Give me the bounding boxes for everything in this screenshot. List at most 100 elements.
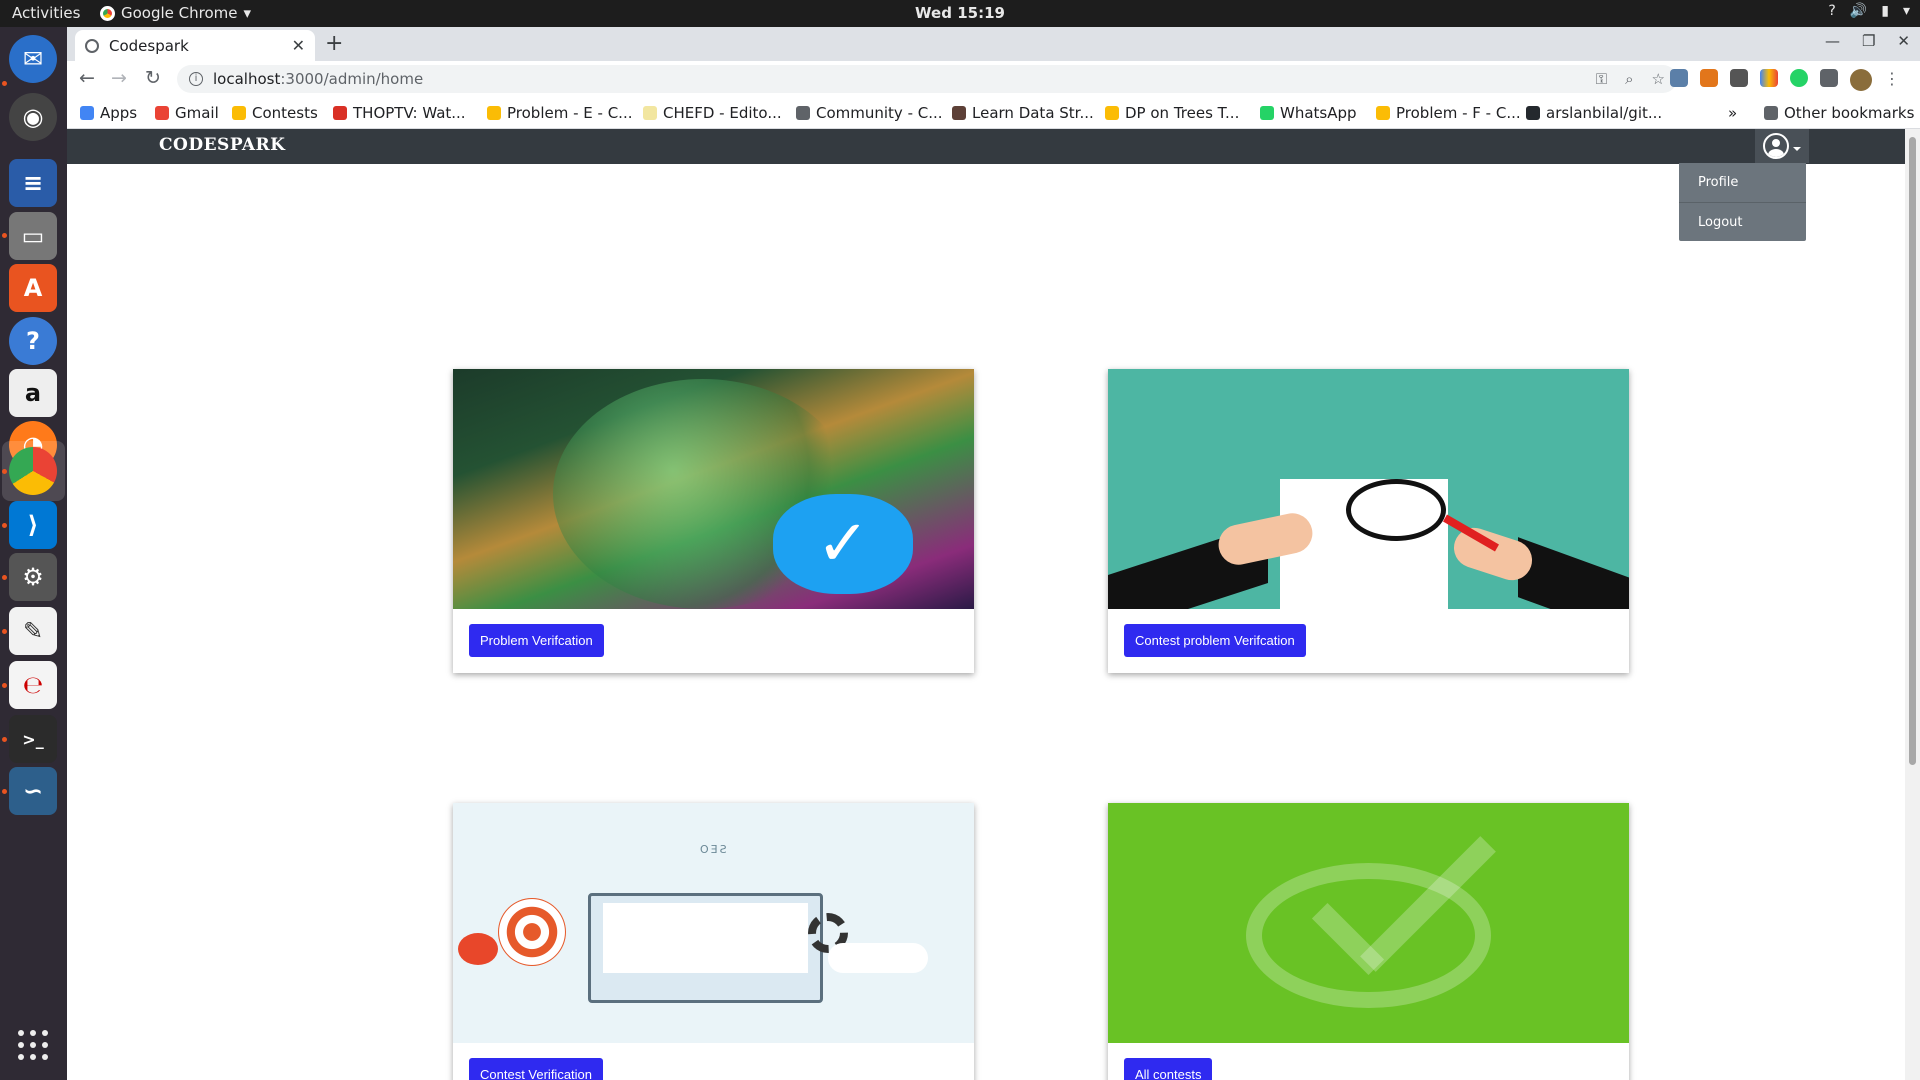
browser-window: Codespark ✕ + — ❐ ✕ ← → ↻ i localhost:30…	[67, 27, 1920, 1080]
seo-label: SEO	[698, 843, 727, 856]
metamask-icon[interactable]	[1700, 69, 1718, 87]
puzzle-icon[interactable]	[1820, 69, 1838, 87]
minimize-button[interactable]: —	[1825, 32, 1840, 50]
settings-icon[interactable]: ⚙	[9, 553, 57, 601]
tab-title: Codespark	[109, 36, 189, 55]
battery-icon[interactable]: ▮	[1881, 3, 1889, 19]
bookmark-item[interactable]: Community - C...	[796, 104, 946, 122]
amazon-icon[interactable]: a	[9, 369, 57, 417]
bookmark-item[interactable]: DP on Trees T...	[1105, 104, 1255, 122]
files-icon[interactable]: ▭	[9, 212, 57, 260]
document-viewer-icon[interactable]: ℮	[9, 661, 57, 709]
cloud-icon	[828, 943, 928, 973]
bookmark-item[interactable]: Contests	[232, 104, 327, 122]
bookmark-item[interactable]: WhatsApp	[1260, 104, 1370, 122]
bookmark-label: Community - C...	[816, 104, 943, 122]
scrollbar-thumb[interactable]	[1909, 137, 1916, 765]
user-icon	[1763, 133, 1789, 159]
rhythmbox-icon[interactable]: ◉	[9, 93, 57, 141]
apple-icon	[458, 933, 498, 965]
profile-avatar[interactable]	[1850, 69, 1872, 91]
chevron-down-icon	[1793, 147, 1801, 151]
web-page: CODESPARK Profile Logout ✓ Problem Verif…	[67, 129, 1920, 1080]
other-bookmarks[interactable]: Other bookmarks	[1764, 104, 1914, 122]
bookmark-item[interactable]: Problem - F - C...	[1376, 104, 1526, 122]
close-window-button[interactable]: ✕	[1897, 32, 1910, 50]
globe-verified-illustration: ✓	[453, 369, 974, 609]
extension-icon[interactable]	[1760, 69, 1778, 87]
running-indicator	[2, 469, 7, 474]
app-navbar: CODESPARK	[67, 129, 1905, 164]
other-bookmarks-label: Other bookmarks	[1784, 104, 1915, 122]
help-icon[interactable]: ?	[9, 317, 57, 365]
zoom-icon[interactable]: ⌕	[1625, 70, 1633, 88]
bookmark-favicon-icon	[80, 106, 94, 120]
back-button[interactable]: ←	[79, 67, 95, 89]
bookmark-label: THOPTV: Wat...	[353, 104, 466, 122]
extension-icon[interactable]	[1730, 69, 1748, 87]
bookmark-item[interactable]: Gmail	[155, 104, 225, 122]
bookmark-favicon-icon	[487, 106, 501, 120]
brand-logo[interactable]: CODESPARK	[159, 135, 285, 155]
whatsapp-extension-icon[interactable]	[1790, 69, 1808, 87]
info-icon[interactable]: i	[189, 72, 203, 86]
extensions-area: ⋮	[1670, 69, 1900, 91]
chevron-down-icon[interactable]: ▾	[1903, 3, 1910, 19]
bookmark-label: DP on Trees T...	[1125, 104, 1240, 122]
contest-problem-verification-button[interactable]: Contest problem Verifcation	[1124, 624, 1306, 657]
bookmark-label: Problem - F - C...	[1396, 104, 1521, 122]
bookmark-item[interactable]: CHEFD - Edito...	[643, 104, 788, 122]
card-problem-verification: ✓ Problem Verifcation	[453, 369, 974, 673]
magnifier-document-illustration	[1108, 369, 1629, 609]
globe-icon	[85, 38, 99, 53]
bookmarks-overflow-button[interactable]: »	[1728, 104, 1737, 122]
bookmark-item[interactable]: Problem - E - C...	[487, 104, 637, 122]
text-editor-icon[interactable]: ✎	[9, 607, 57, 655]
page-scrollbar[interactable]	[1905, 129, 1920, 1080]
forward-button[interactable]: →	[111, 67, 127, 89]
logout-menu-item[interactable]: Logout	[1679, 202, 1806, 241]
system-tray[interactable]: ? 🔊 ▮ ▾	[1828, 3, 1910, 19]
thunderbird-icon[interactable]: ✉	[9, 35, 57, 83]
volume-icon[interactable]: 🔊	[1850, 3, 1867, 19]
maximize-button[interactable]: ❐	[1862, 32, 1875, 50]
clock[interactable]: Wed 15:19	[0, 4, 1920, 22]
user-menu-toggle[interactable]	[1755, 129, 1809, 163]
extension-icon[interactable]	[1670, 69, 1688, 87]
help-icon[interactable]: ?	[1828, 3, 1835, 19]
bookmarks-bar: Apps Gmail Contests THOPTV: Wat... Problem -…	[67, 97, 1920, 129]
bookmark-label: Contests	[252, 104, 318, 122]
bookmark-favicon-icon	[643, 106, 657, 120]
terminal-icon[interactable]: >_	[9, 715, 57, 763]
bookmark-item[interactable]: arslanbilal/git...	[1526, 104, 1686, 122]
system-top-bar: Activities Google Chrome ▾ Wed 15:19 ? 🔊…	[0, 0, 1920, 27]
green-check-illustration	[1108, 803, 1629, 1043]
close-icon[interactable]: ✕	[292, 36, 305, 55]
contest-verification-button[interactable]: Contest Verification	[469, 1058, 604, 1080]
bookmark-item[interactable]: Learn Data Str...	[952, 104, 1102, 122]
mysql-workbench-icon[interactable]: ∽	[9, 767, 57, 815]
card-contest-problem-verification: Contest problem Verifcation	[1108, 369, 1629, 673]
software-icon[interactable]: A	[9, 264, 57, 312]
bookmark-favicon-icon	[952, 106, 966, 120]
bookmark-favicon-icon	[1526, 106, 1540, 120]
address-bar[interactable]: i localhost:3000/admin/home	[177, 65, 1677, 93]
bookmark-item[interactable]: THOPTV: Wat...	[333, 104, 483, 122]
writer-icon[interactable]: ≡	[9, 159, 57, 207]
bookmark-item[interactable]: Apps	[80, 104, 150, 122]
profile-menu-item[interactable]: Profile	[1679, 163, 1806, 202]
bookmark-label: Gmail	[175, 104, 219, 122]
running-indicator	[2, 523, 7, 528]
browser-tab[interactable]: Codespark ✕	[75, 30, 315, 61]
chrome-icon[interactable]	[9, 447, 57, 495]
star-icon[interactable]: ☆	[1652, 70, 1665, 88]
key-icon[interactable]: ⚿	[1596, 70, 1607, 88]
problem-verification-button[interactable]: Problem Verifcation	[469, 624, 604, 657]
show-applications-icon[interactable]	[18, 1030, 48, 1060]
target-icon	[498, 898, 566, 966]
new-tab-button[interactable]: +	[325, 31, 343, 56]
all-contests-button[interactable]: All contests	[1124, 1058, 1213, 1080]
kebab-menu-icon[interactable]: ⋮	[1884, 69, 1900, 91]
reload-button[interactable]: ↻	[145, 67, 161, 89]
vscode-icon[interactable]: ⟩	[9, 501, 57, 549]
